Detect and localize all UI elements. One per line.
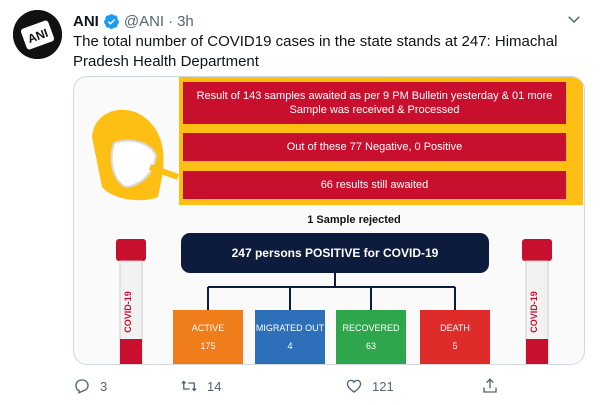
like-count: 121 [372,378,394,394]
rejected-sample-text: 1 Sample rejected [307,214,401,226]
category-label: ACTIVE [191,323,225,333]
tube-label-left: COVID-19 [122,291,133,333]
awaited-results-bar: 66 results still awaited [183,171,566,199]
category-value: 63 [365,341,376,351]
verified-badge-icon [103,13,119,29]
like-button[interactable]: 121 [345,376,394,396]
tube-label-right: COVID-19 [528,291,539,333]
author-handle[interactable]: @ANI [124,13,164,30]
separator-dot: · [168,12,174,30]
tweet-actions: 3 14 121 [73,376,503,396]
tweet-body: The total number of COVID19 cases in the… [73,33,558,70]
category-value: 4 [287,341,293,351]
share-icon [483,378,497,393]
reply-count: 3 [100,378,108,394]
tweet-timestamp[interactable]: 3h [177,13,194,30]
category-label: RECOVERED [342,323,400,333]
avatar[interactable]: ANI [13,10,62,59]
chart-connectors [207,273,456,310]
reply-button[interactable]: 3 [73,376,107,396]
author-name[interactable]: ANI [73,13,99,30]
chevron-down-icon[interactable] [565,10,583,28]
heart-icon [346,379,362,393]
category-value: 175 [200,341,216,351]
retweet-icon [181,380,197,392]
ani-logo-icon: ANI [13,10,62,59]
reply-icon [75,379,89,394]
category-value: 5 [452,341,458,351]
bulletin-bar: Result of 143 samples awaited as per 9 P… [183,82,566,124]
masked-face-icon [92,109,180,201]
tweet-media-image[interactable]: Result of 143 samples awaited as per 9 P… [73,76,585,365]
category-migrated-out: MIGRATED OUT 4 [255,310,325,364]
share-button[interactable] [481,376,508,396]
retweet-count: 14 [207,378,222,394]
negative-results-bar: Out of these 77 Negative, 0 Positive [183,133,566,161]
tweet-header: ANI @ANI · 3h [73,10,583,32]
retweet-button[interactable]: 14 [180,376,221,396]
category-label: DEATH [440,323,470,333]
category-death: DEATH 5 [420,310,490,364]
category-active: ACTIVE 175 [173,310,243,364]
category-label: MIGRATED OUT [255,323,325,333]
category-recovered: RECOVERED 63 [336,310,406,364]
positive-total-box: 247 persons POSITIVE for COVID-19 [181,233,489,273]
